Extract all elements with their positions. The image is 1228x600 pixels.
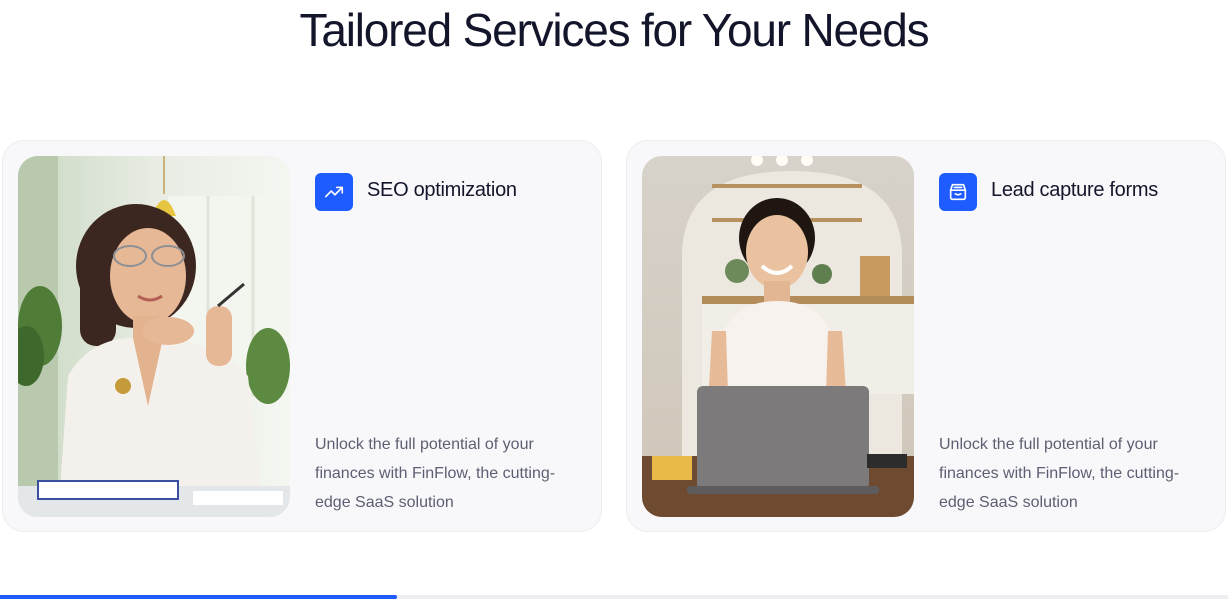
trending-up-icon — [315, 173, 353, 211]
card-title: SEO optimization — [367, 179, 517, 201]
slider-progress-fill — [0, 595, 397, 599]
woman-smiling-at-laptop-photo — [642, 156, 914, 517]
section-title: Tailored Services for Your Needs — [299, 4, 930, 56]
services-section: Tailored Services for Your Needs SEO opt… — [0, 0, 1228, 600]
card-description: Unlock the full potential of your financ… — [315, 436, 556, 511]
inbox-tray-icon — [939, 173, 977, 211]
service-card-lead-capture[interactable]: Lead capture forms Unlock the full poten… — [626, 140, 1226, 532]
card-description: Unlock the full potential of your financ… — [939, 436, 1180, 511]
woman-with-glasses-thinking-photo — [18, 156, 290, 517]
slider-progress-track[interactable] — [0, 595, 1228, 599]
service-card-seo[interactable]: SEO optimization Unlock the full potenti… — [2, 140, 602, 532]
card-title: Lead capture forms — [991, 179, 1158, 201]
